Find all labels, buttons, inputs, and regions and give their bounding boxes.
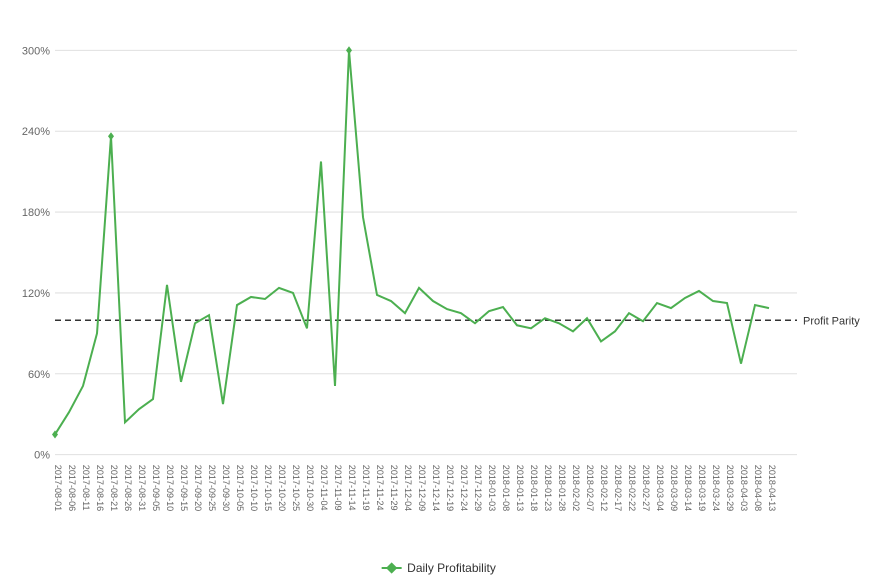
svg-text:2017-09-25: 2017-09-25 <box>207 465 217 511</box>
main-chart: 300% 240% 180% 120% 60% 0% Profit Parity… <box>55 20 797 485</box>
svg-text:2017-09-05: 2017-09-05 <box>151 465 161 511</box>
svg-text:2017-08-21: 2017-08-21 <box>109 465 119 511</box>
svg-text:2017-12-19: 2017-12-19 <box>445 465 455 511</box>
profitability-line <box>55 50 769 434</box>
svg-text:2018-01-08: 2018-01-08 <box>501 465 511 511</box>
svg-text:Profit Parity: Profit Parity <box>803 315 860 327</box>
data-point <box>108 132 114 140</box>
svg-text:2017-09-20: 2017-09-20 <box>193 465 203 511</box>
svg-text:2018-03-19: 2018-03-19 <box>697 465 707 511</box>
svg-text:2017-09-15: 2017-09-15 <box>179 465 189 511</box>
svg-text:2017-09-10: 2017-09-10 <box>165 465 175 511</box>
data-point <box>346 46 352 54</box>
svg-text:2017-11-19: 2017-11-19 <box>361 465 371 511</box>
svg-text:2017-08-01: 2017-08-01 <box>53 465 63 511</box>
svg-text:240%: 240% <box>22 126 50 138</box>
svg-text:2017-10-25: 2017-10-25 <box>291 465 301 511</box>
svg-text:2017-11-29: 2017-11-29 <box>389 465 399 511</box>
legend-label: Daily Profitability <box>407 561 496 575</box>
svg-text:0%: 0% <box>34 450 50 462</box>
svg-text:2017-10-30: 2017-10-30 <box>305 465 315 511</box>
svg-text:2017-08-31: 2017-08-31 <box>137 465 147 511</box>
svg-text:2018-03-14: 2018-03-14 <box>683 465 693 511</box>
svg-text:2017-08-16: 2017-08-16 <box>95 465 105 511</box>
svg-text:2018-01-28: 2018-01-28 <box>557 465 567 511</box>
svg-text:2017-11-24: 2017-11-24 <box>375 465 385 511</box>
svg-text:2017-11-09: 2017-11-09 <box>333 465 343 511</box>
svg-text:2018-01-18: 2018-01-18 <box>529 465 539 511</box>
svg-text:2017-11-04: 2017-11-04 <box>319 465 329 511</box>
svg-text:2018-01-13: 2018-01-13 <box>515 465 525 511</box>
svg-text:2018-04-13: 2018-04-13 <box>767 465 777 511</box>
chart-area: 300% 240% 180% 120% 60% 0% Profit Parity… <box>55 20 797 485</box>
svg-text:2017-08-06: 2017-08-06 <box>67 465 77 511</box>
svg-text:2018-04-03: 2018-04-03 <box>739 465 749 511</box>
svg-text:2017-12-29: 2017-12-29 <box>473 465 483 511</box>
svg-text:2018-03-29: 2018-03-29 <box>725 465 735 511</box>
svg-text:2018-02-22: 2018-02-22 <box>627 465 637 511</box>
svg-text:2017-12-14: 2017-12-14 <box>431 465 441 511</box>
svg-text:60%: 60% <box>28 369 50 381</box>
chart-container: 300% 240% 180% 120% 60% 0% Profit Parity… <box>0 0 877 585</box>
svg-text:2017-10-20: 2017-10-20 <box>277 465 287 511</box>
svg-text:2018-03-24: 2018-03-24 <box>711 465 721 511</box>
svg-text:2018-02-27: 2018-02-27 <box>641 465 651 511</box>
svg-text:180%: 180% <box>22 207 50 219</box>
svg-text:2018-03-09: 2018-03-09 <box>669 465 679 511</box>
svg-text:2018-01-03: 2018-01-03 <box>487 465 497 511</box>
svg-text:2018-04-08: 2018-04-08 <box>753 465 763 511</box>
chart-legend: Daily Profitability <box>381 561 496 575</box>
legend-diamond <box>385 562 396 573</box>
svg-text:2018-02-02: 2018-02-02 <box>571 465 581 511</box>
svg-text:2017-10-15: 2017-10-15 <box>263 465 273 511</box>
svg-text:2018-02-12: 2018-02-12 <box>599 465 609 511</box>
svg-text:120%: 120% <box>22 288 50 300</box>
svg-text:2017-11-14: 2017-11-14 <box>347 465 357 511</box>
svg-text:300%: 300% <box>22 45 50 57</box>
svg-text:2018-03-04: 2018-03-04 <box>655 465 665 511</box>
svg-text:2017-08-26: 2017-08-26 <box>123 465 133 511</box>
svg-text:2018-01-23: 2018-01-23 <box>543 465 553 511</box>
svg-text:2018-02-17: 2018-02-17 <box>613 465 623 511</box>
svg-text:2017-08-11: 2017-08-11 <box>81 465 91 511</box>
svg-text:2017-12-09: 2017-12-09 <box>417 465 427 511</box>
svg-text:2017-10-05: 2017-10-05 <box>235 465 245 511</box>
legend-icon <box>381 562 401 574</box>
svg-text:2017-12-04: 2017-12-04 <box>403 465 413 511</box>
svg-text:2018-02-07: 2018-02-07 <box>585 465 595 511</box>
svg-text:2017-10-10: 2017-10-10 <box>249 465 259 511</box>
svg-text:2017-09-30: 2017-09-30 <box>221 465 231 511</box>
svg-text:2017-12-24: 2017-12-24 <box>459 465 469 511</box>
